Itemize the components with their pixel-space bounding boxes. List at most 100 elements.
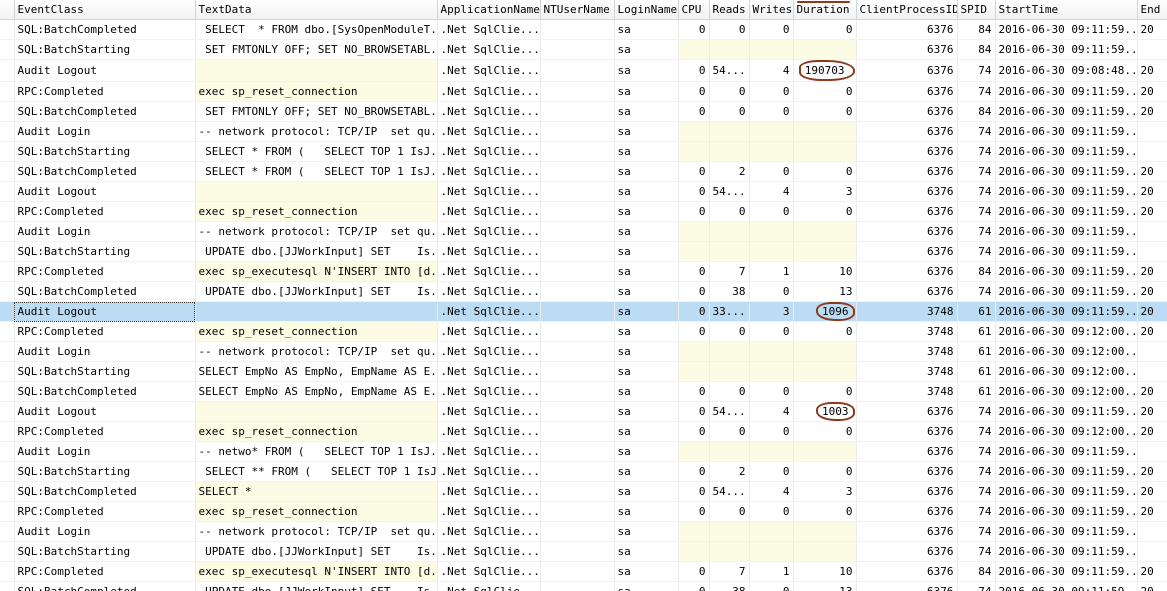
cell-duration: 0 (793, 201, 857, 222)
cell-loginname: sa (614, 341, 679, 362)
cell-reads: 0 (709, 19, 750, 40)
cell-textdata: SET FMTONLY OFF; SET NO_BROWSETABL... (195, 39, 438, 60)
cell-applicationname: .Net SqlClie... (437, 181, 541, 202)
column-header-eventclass[interactable]: EventClass (14, 0, 196, 20)
table-row[interactable]: SQL:BatchStarting SELECT * FROM ( SELECT… (0, 141, 1167, 162)
table-row[interactable]: SQL:BatchStarting UPDATE dbo.[JJWorkInpu… (0, 241, 1167, 262)
cell-ntusername (540, 121, 615, 142)
column-header-starttime[interactable]: StartTime (995, 0, 1138, 20)
duration-annotation-circle: 1003 (816, 402, 855, 421)
cell-duration (793, 141, 857, 162)
cell-textdata (195, 401, 438, 422)
cell-spid: 74 (957, 59, 996, 82)
trace-grid[interactable]: EventClass TextData ApplicationName NTUs… (0, 0, 1167, 591)
cell-spid: 74 (957, 201, 996, 222)
cell-clientprocessid: 6376 (856, 481, 958, 502)
table-row[interactable]: SQL:BatchStarting SELECT EmpNo AS EmpNo, … (0, 361, 1167, 382)
table-row[interactable]: SQL:BatchCompleted SELECT * .Net SqlClie..… (0, 481, 1167, 502)
column-header-cpu[interactable]: CPU (678, 0, 710, 20)
table-row[interactable]: RPC:Completed exec sp_executesql N'INSERT… (0, 561, 1167, 582)
cell-ntusername (540, 221, 615, 242)
table-row[interactable]: RPC:Completed exec sp_executesql N'INSERT… (0, 261, 1167, 282)
row-gutter (0, 521, 15, 542)
table-row[interactable]: SQL:BatchCompleted SELECT * FROM ( SELEC… (0, 161, 1167, 182)
cell-applicationname: .Net SqlClie... (437, 301, 541, 322)
cell-textdata: -- network protocol: TCP/IP set qu... (195, 221, 438, 242)
column-header-textdata[interactable]: TextData (195, 0, 438, 20)
table-row[interactable]: Audit Logout .Net SqlClie... sa 0 54... 4 1003… (0, 401, 1167, 422)
table-row[interactable]: RPC:Completed exec sp_reset_connection .Ne… (0, 201, 1167, 222)
table-row[interactable]: Audit Logout .Net SqlClie... sa 0 54... 4 1907… (0, 59, 1167, 82)
cell-cpu: 0 (678, 421, 710, 442)
table-row[interactable]: SQL:BatchStarting SET FMTONLY OFF; SET N… (0, 39, 1167, 60)
table-row[interactable]: RPC:Completed exec sp_reset_connection .Ne… (0, 421, 1167, 442)
table-row[interactable]: Audit Login -- network protocol: TCP/IP s… (0, 521, 1167, 542)
table-row[interactable]: SQL:BatchCompleted UPDATE dbo.[JJWorkInp… (0, 581, 1167, 591)
row-gutter (0, 401, 15, 422)
cell-eventclass: Audit Logout (14, 301, 196, 322)
cell-clientprocessid: 6376 (856, 101, 958, 122)
cell-cpu: 0 (678, 401, 710, 422)
cell-reads (709, 39, 750, 60)
cell-reads: 0 (709, 381, 750, 402)
table-row[interactable]: SQL:BatchStarting SELECT ** FROM ( SELEC… (0, 461, 1167, 482)
cell-loginname: sa (614, 59, 679, 82)
cell-clientprocessid: 6376 (856, 121, 958, 142)
column-header-duration[interactable]: Duration (793, 0, 857, 20)
cell-duration (793, 221, 857, 242)
table-row[interactable]: Audit Login -- network protocol: TCP/IP s… (0, 121, 1167, 142)
cell-cpu: 0 (678, 281, 710, 302)
cell-applicationname: .Net SqlClie... (437, 19, 541, 40)
cell-spid: 61 (957, 301, 996, 322)
table-row[interactable]: Audit Login -- network protocol: TCP/IP s… (0, 341, 1167, 362)
cell-writes: 0 (749, 501, 794, 522)
cell-clientprocessid: 6376 (856, 59, 958, 82)
cell-loginname: sa (614, 501, 679, 522)
cell-textdata: SELECT * (195, 481, 438, 502)
cell-eventclass: SQL:BatchCompleted (14, 19, 196, 40)
table-row[interactable]: SQL:BatchCompleted SELECT * FROM dbo.[Sy… (0, 19, 1167, 40)
column-header-loginname[interactable]: LoginName (614, 0, 679, 20)
table-row[interactable]: RPC:Completed exec sp_reset_connection .Ne… (0, 501, 1167, 522)
table-row[interactable]: Audit Logout .Net SqlClie... sa 0 54... 4 3 637… (0, 181, 1167, 202)
cell-writes (749, 241, 794, 262)
cell-writes: 0 (749, 19, 794, 40)
cell-eventclass: SQL:BatchCompleted (14, 101, 196, 122)
table-row[interactable]: SQL:BatchCompleted SET FMTONLY OFF; SET … (0, 101, 1167, 122)
cell-duration: 0 (793, 421, 857, 442)
cell-clientprocessid: 3748 (856, 361, 958, 382)
cell-loginname: sa (614, 261, 679, 282)
column-header-reads[interactable]: Reads (709, 0, 750, 20)
column-header-clientprocessid[interactable]: ClientProcessID (856, 0, 958, 20)
table-row[interactable]: Audit Login -- netwo* FROM ( SELECT TOP 1… (0, 441, 1167, 462)
table-row[interactable]: SQL:BatchCompleted UPDATE dbo.[JJWorkInp… (0, 281, 1167, 302)
table-row[interactable]: RPC:Completed exec sp_reset_connection .Ne… (0, 321, 1167, 342)
cell-cpu (678, 121, 710, 142)
column-header-ntusername[interactable]: NTUserName (540, 0, 615, 20)
cell-writes (749, 121, 794, 142)
trace-table: EventClass TextData ApplicationName NTUs… (0, 0, 1167, 591)
cell-textdata: SELECT EmpNo AS EmpNo, EmpName AS E... (195, 381, 438, 402)
table-row[interactable]: SQL:BatchCompleted SELECT EmpNo AS EmpNo,… (0, 381, 1167, 402)
cell-starttime: 2016-06-30 09:11:59... (995, 541, 1138, 562)
table-row[interactable]: Audit Login -- network protocol: TCP/IP s… (0, 221, 1167, 242)
column-header-writes[interactable]: Writes (749, 0, 794, 20)
cell-endtime: 20 (1137, 481, 1167, 502)
column-header-applicationname[interactable]: ApplicationName (437, 0, 541, 20)
cell-clientprocessid: 6376 (856, 421, 958, 442)
cell-starttime: 2016-06-30 09:12:00... (995, 361, 1138, 382)
cell-endtime: 20 (1137, 201, 1167, 222)
cell-ntusername (540, 81, 615, 102)
table-row[interactable]: RPC:Completed exec sp_reset_connection .Ne… (0, 81, 1167, 102)
cell-cpu: 0 (678, 201, 710, 222)
column-header-spid[interactable]: SPID (957, 0, 996, 20)
column-header-endtime[interactable]: End (1137, 0, 1167, 20)
cell-writes: 0 (749, 281, 794, 302)
row-gutter (0, 181, 15, 202)
table-row[interactable]: SQL:BatchStarting UPDATE dbo.[JJWorkInpu… (0, 541, 1167, 562)
cell-starttime: 2016-06-30 09:12:00... (995, 421, 1138, 442)
cell-writes: 0 (749, 381, 794, 402)
table-row[interactable]: Audit Logout .Net SqlClie... sa 0 33... 3 1096… (0, 301, 1167, 322)
cell-ntusername (540, 141, 615, 162)
cell-textdata: exec sp_reset_connection (195, 321, 438, 342)
